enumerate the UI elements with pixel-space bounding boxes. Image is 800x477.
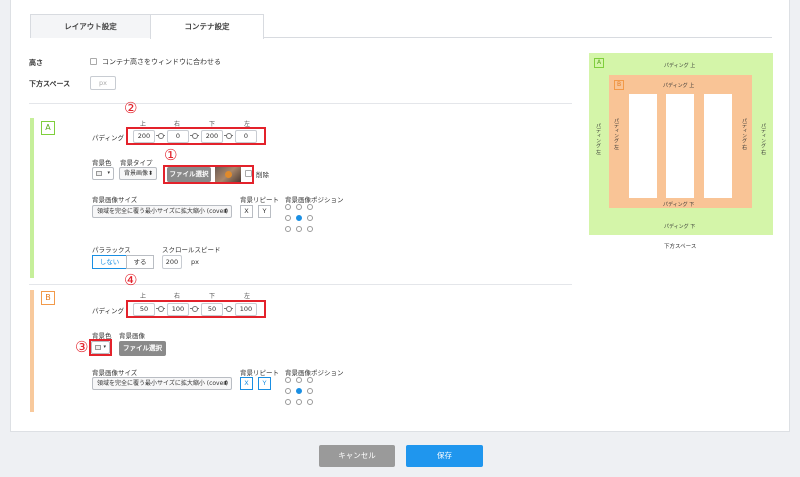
padding-top-label: 上 — [140, 293, 147, 300]
bottom-space-input[interactable]: px — [90, 76, 116, 90]
preview-a-right: パディング 右 — [760, 123, 766, 155]
scroll-speed-input[interactable]: 200 — [162, 255, 182, 269]
bg-repeat-label: 背景リピート — [240, 196, 279, 204]
preview-caption: 下方スペース — [664, 244, 697, 250]
bg-size-label: 背景画像サイズ — [92, 369, 138, 377]
cancel-button[interactable]: キャンセル — [319, 445, 395, 467]
bg-type-select[interactable]: 背景画像 ⬍ — [119, 167, 157, 180]
delete-checkbox[interactable] — [245, 170, 252, 177]
bg-type-label: 背景タイプ — [120, 159, 153, 167]
padding-right-label: 右 — [174, 293, 181, 300]
bg-repeat-x[interactable]: X — [240, 205, 253, 218]
link-icon[interactable] — [156, 133, 165, 139]
section-b-bar — [30, 290, 34, 412]
bg-repeat-y[interactable]: Y — [258, 205, 271, 218]
bg-image-label: 背景画像 — [119, 332, 145, 340]
section-a-bar — [30, 118, 34, 278]
padding-row-b: 50 100 50 100 — [126, 300, 266, 318]
preview-badge-a: A — [594, 58, 604, 68]
padding-left-input[interactable]: 0 — [235, 130, 257, 143]
padding-top-input[interactable]: 50 — [133, 303, 155, 316]
preview-a-top: パディング 上 — [664, 63, 696, 69]
preview-b-bottom: パディング 下 — [663, 202, 695, 208]
bg-position-label: 背景画像ポジション — [285, 196, 344, 204]
bg-size-select[interactable]: 領域を完全に覆う最小サイズに拡大縮小 (cover) ⬍ — [92, 205, 232, 218]
padding-top-input[interactable]: 200 — [133, 130, 155, 143]
parallax-label: パララックス — [92, 246, 131, 254]
divider — [29, 103, 572, 104]
padding-bottom-input[interactable]: 200 — [201, 130, 223, 143]
preview-badge-b: B — [614, 80, 624, 90]
section-a-badge: A — [41, 121, 55, 135]
bg-size-label: 背景画像サイズ — [92, 196, 138, 204]
delete-label: 削除 — [256, 171, 269, 179]
save-button[interactable]: 保存 — [406, 445, 483, 467]
fit-window-label: コンテナ高さをウィンドウに合わせる — [102, 58, 221, 66]
bg-size-select[interactable]: 領域を完全に覆う最小サイズに拡大縮小 (cover) ⬍ — [92, 377, 232, 390]
bg-image-thumbnail — [215, 167, 241, 182]
fit-window-checkbox[interactable] — [90, 58, 97, 65]
tab-layout-settings[interactable]: レイアウト設定 — [30, 14, 151, 38]
preview-container-b: B パディング 上 パディング 下 パディング 左 パディング 右 — [609, 75, 752, 208]
bg-color-picker[interactable]: ▾ — [92, 167, 114, 180]
bg-position-grid[interactable] — [285, 377, 313, 405]
preview-column — [704, 94, 732, 198]
link-icon[interactable] — [156, 306, 165, 312]
preview-column — [666, 94, 694, 198]
preview-b-left: パディング 左 — [613, 118, 619, 150]
bg-color-label: 背景色 — [92, 159, 112, 167]
padding-right-input[interactable]: 100 — [167, 303, 189, 316]
marker-4: ④ — [124, 271, 138, 289]
preview-column — [629, 94, 657, 198]
link-icon[interactable] — [224, 133, 233, 139]
preview-b-top: パディング 上 — [663, 83, 695, 89]
file-select-button[interactable]: ファイル選択 — [167, 167, 211, 182]
link-icon[interactable] — [190, 306, 199, 312]
link-icon[interactable] — [224, 306, 233, 312]
link-icon[interactable] — [190, 133, 199, 139]
parallax-off-button[interactable]: しない — [92, 255, 127, 269]
bg-repeat-y[interactable]: Y — [258, 377, 271, 390]
layout-preview: A パディング 上 パディング 下 パディング 左 パディング 右 B パディン… — [589, 53, 773, 235]
preview-b-right: パディング 右 — [741, 118, 747, 150]
bg-position-label: 背景画像ポジション — [285, 369, 344, 377]
marker-3: ③ — [75, 338, 89, 356]
divider — [29, 284, 572, 285]
height-label: 高さ — [29, 59, 43, 67]
file-select-button[interactable]: ファイル選択 — [119, 341, 166, 356]
marker-2: ② — [124, 99, 138, 117]
padding-left-input[interactable]: 100 — [235, 303, 257, 316]
preview-a-left: パディング 左 — [595, 123, 601, 155]
bottom-space-label: 下方スペース — [29, 80, 71, 88]
bg-repeat-x[interactable]: X — [240, 377, 253, 390]
tab-bar: レイアウト設定 コンテナ設定 — [30, 14, 772, 39]
marker-1: ① — [164, 146, 178, 164]
padding-bottom-label: 下 — [209, 293, 216, 300]
bg-repeat-label: 背景リピート — [240, 369, 279, 377]
tab-container-settings[interactable]: コンテナ設定 — [150, 14, 264, 39]
padding-label: パディング — [92, 307, 125, 315]
padding-right-input[interactable]: 0 — [167, 130, 189, 143]
bg-color-picker[interactable]: ▾ — [91, 341, 110, 354]
padding-left-label: 左 — [244, 293, 251, 300]
scroll-speed-label: スクロールスピード — [162, 246, 221, 254]
section-b-badge: B — [41, 291, 55, 305]
padding-row-a: 200 0 200 0 — [126, 127, 266, 145]
padding-label: パディング — [92, 134, 125, 142]
parallax-on-button[interactable]: する — [126, 255, 154, 269]
scroll-speed-unit: px — [191, 258, 199, 266]
padding-bottom-input[interactable]: 50 — [201, 303, 223, 316]
bg-position-grid[interactable] — [285, 204, 313, 232]
preview-a-bottom: パディング 下 — [664, 224, 696, 230]
